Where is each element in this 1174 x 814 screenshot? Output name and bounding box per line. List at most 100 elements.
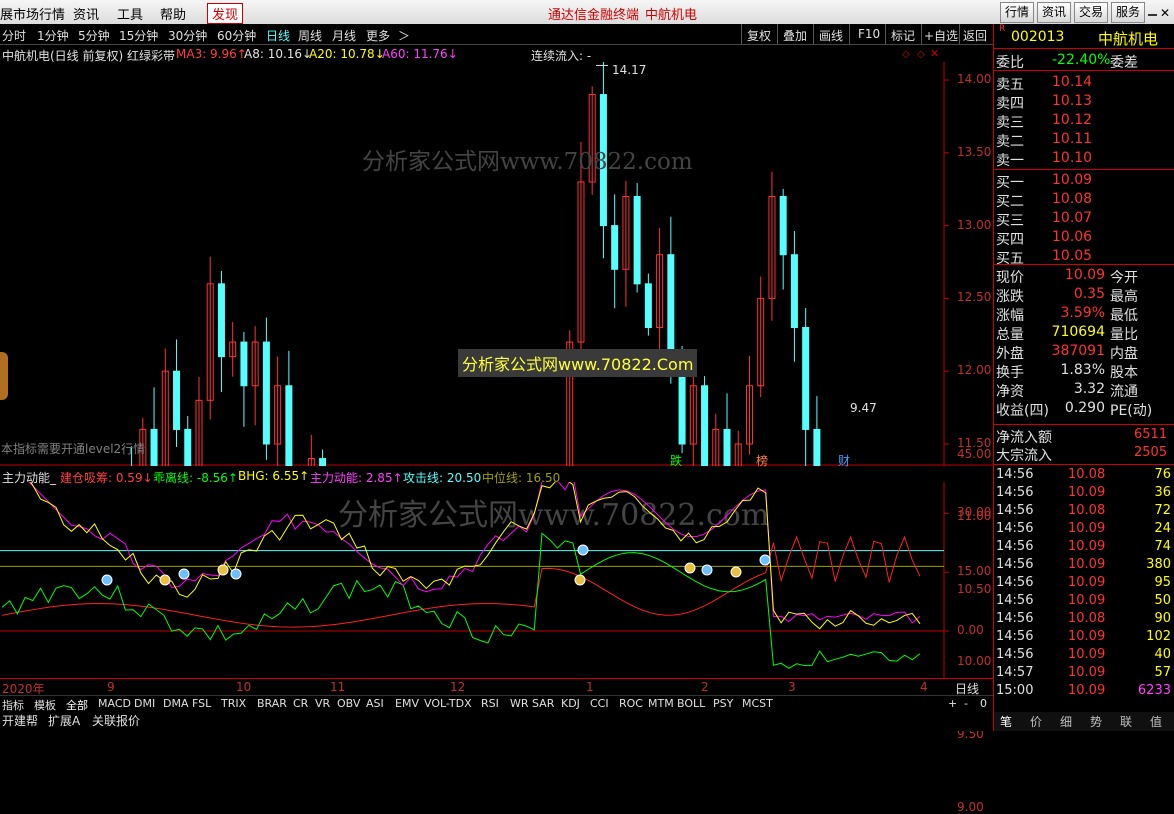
indicator-tab[interactable]: MCST — [742, 697, 773, 710]
close-icon[interactable]: ✕ — [1160, 6, 1170, 20]
ask-level-price: 10.14 — [1052, 74, 1093, 90]
quote-tab[interactable]: 价 — [1030, 713, 1042, 730]
period-month[interactable]: 月线 — [332, 27, 356, 44]
tick-volume: 36 — [1154, 485, 1171, 500]
diamond-icon[interactable]: ◇ — [902, 49, 910, 60]
indicator-tab[interactable]: MTM — [648, 697, 674, 710]
indicator-tab[interactable]: VR — [315, 697, 330, 710]
stat-label-right: 最高 — [1110, 289, 1138, 305]
overlay-button[interactable]: 叠加 — [783, 27, 807, 44]
back-button[interactable]: 返回 — [963, 27, 987, 44]
bid-level-label: 买五 — [996, 251, 1024, 267]
period-60min[interactable]: 60分钟 — [217, 27, 256, 44]
indicator-tab[interactable]: BRAR — [257, 697, 287, 710]
menu-news[interactable]: 资讯 — [73, 4, 99, 23]
chevron-right-icon[interactable]: ＞ — [398, 27, 410, 44]
indicator-chart[interactable] — [0, 482, 993, 678]
indicator-tab[interactable]: ROC — [619, 697, 643, 710]
indicator-tab[interactable]: KDJ — [561, 697, 580, 710]
marker-bang[interactable]: 榜 — [756, 452, 768, 469]
quote-tab[interactable]: 势 — [1090, 713, 1102, 730]
watermark-main: 分析家公式网www.70822.com — [362, 149, 693, 175]
close-icon-chart[interactable]: ✕ — [930, 47, 939, 60]
indicator-tab[interactable]: MACD — [98, 697, 131, 710]
bid-level-label: 买四 — [996, 232, 1024, 248]
tab-kaijianbang[interactable]: 开建帮 — [2, 712, 38, 729]
tick-price: 10.09 — [1068, 593, 1106, 608]
indicator-tab[interactable]: RSI — [481, 697, 499, 710]
indicator-tab[interactable]: CCI — [590, 697, 609, 710]
indicator-tab[interactable]: WR — [510, 697, 529, 710]
indicator-tab[interactable]: SAR — [532, 697, 554, 710]
stat-label: 涨跌 — [996, 289, 1024, 305]
tab-extend-a[interactable]: 扩展A — [48, 712, 80, 729]
indicator-tab[interactable]: ASI — [366, 697, 384, 710]
period-15min[interactable]: 15分钟 — [119, 27, 158, 44]
candlestick-chart[interactable] — [0, 62, 993, 466]
period-30min[interactable]: 30分钟 — [168, 27, 207, 44]
period-fenshi[interactable]: 分时 — [2, 27, 26, 44]
indicator-tab[interactable]: VOL-TDX — [424, 697, 472, 710]
menu-market[interactable]: 展市场行情 — [0, 4, 65, 23]
tick-volume: 76 — [1154, 467, 1171, 482]
indicator-tab[interactable]: DMI — [134, 697, 155, 710]
zoom-control[interactable]: - — [964, 697, 968, 710]
candle-body — [779, 195, 787, 256]
candle-body — [184, 428, 192, 466]
signal-icon — [217, 564, 229, 576]
tick-volume: 90 — [1154, 611, 1171, 626]
quote-tab[interactable]: 联 — [1120, 713, 1132, 730]
mark-button[interactable]: 标记 — [891, 27, 915, 44]
add-favorite-button[interactable]: +自选 — [924, 27, 958, 44]
price-tick-label: 14.00 — [957, 72, 992, 86]
period-day[interactable]: 日线 — [266, 27, 290, 44]
date-label-3: 3 — [788, 680, 796, 694]
zoom-control[interactable]: 0 — [980, 697, 987, 710]
button-trade[interactable]: 交易 — [1074, 2, 1108, 23]
button-quote[interactable]: 行情 — [1000, 2, 1034, 23]
quote-tab[interactable]: 细 — [1060, 713, 1072, 730]
big-inflow-label: 大宗流入 — [996, 448, 1052, 464]
marker-die[interactable]: 跌 — [670, 452, 682, 469]
quote-tab[interactable]: 值 — [1150, 713, 1162, 730]
fuquan-button[interactable]: 复权 — [747, 27, 771, 44]
signal-icon — [577, 544, 589, 556]
period-more[interactable]: 更多 — [366, 27, 390, 44]
indicator-tab[interactable]: DMA — [163, 697, 189, 710]
candle-body — [319, 458, 327, 466]
indicator-tab[interactable]: PSY — [713, 697, 733, 710]
zoom-control[interactable]: + — [948, 697, 957, 710]
collapse-handle[interactable] — [0, 352, 8, 400]
tab-related-quote[interactable]: 关联报价 — [92, 712, 140, 729]
menu-help[interactable]: 帮助 — [160, 4, 186, 23]
stat-value: 3.32 — [1073, 381, 1105, 397]
indicator-tab[interactable]: FSL — [192, 697, 211, 710]
period-week[interactable]: 周线 — [298, 27, 322, 44]
signal-icon — [101, 574, 113, 586]
diamond-icon-2[interactable]: ◇ — [917, 49, 925, 60]
power-line — [28, 482, 921, 624]
button-news[interactable]: 资讯 — [1037, 2, 1071, 23]
menu-discover[interactable]: 发现 — [207, 3, 244, 24]
indicator-tab[interactable]: TRIX — [221, 697, 246, 710]
watermark-banner: 分析家公式网www.70822.Com — [458, 349, 698, 377]
quote-tab[interactable]: 笔 — [1000, 713, 1012, 730]
marker-cai[interactable]: 财 — [838, 452, 850, 469]
indicator-tab[interactable]: BOLL — [677, 697, 705, 710]
quote-panel-tabs: 笔价细势联值 — [994, 712, 1174, 731]
period-5min[interactable]: 5分钟 — [78, 27, 110, 44]
tick-price: 10.09 — [1068, 539, 1106, 554]
f10-button[interactable]: F10 — [858, 27, 880, 41]
minimize-icon[interactable] — [1148, 14, 1157, 16]
indicator-tab[interactable]: EMV — [395, 697, 419, 710]
ask-level-label: 卖一 — [996, 153, 1024, 169]
period-1min[interactable]: 1分钟 — [37, 27, 69, 44]
indicator-tab[interactable]: OBV — [337, 697, 360, 710]
draw-line-button[interactable]: 画线 — [819, 27, 843, 44]
indicator-tab[interactable]: CR — [293, 697, 308, 710]
signal-icon — [159, 574, 171, 586]
button-service[interactable]: 服务 — [1111, 2, 1145, 23]
menu-tools[interactable]: 工具 — [117, 4, 143, 23]
top-menu-bar: 展市场行情 资讯 工具 帮助 发现 通达信金融终端 中航机电 行情 资讯 交易 … — [0, 0, 1174, 25]
stat-label-right: 今开 — [1110, 270, 1138, 286]
